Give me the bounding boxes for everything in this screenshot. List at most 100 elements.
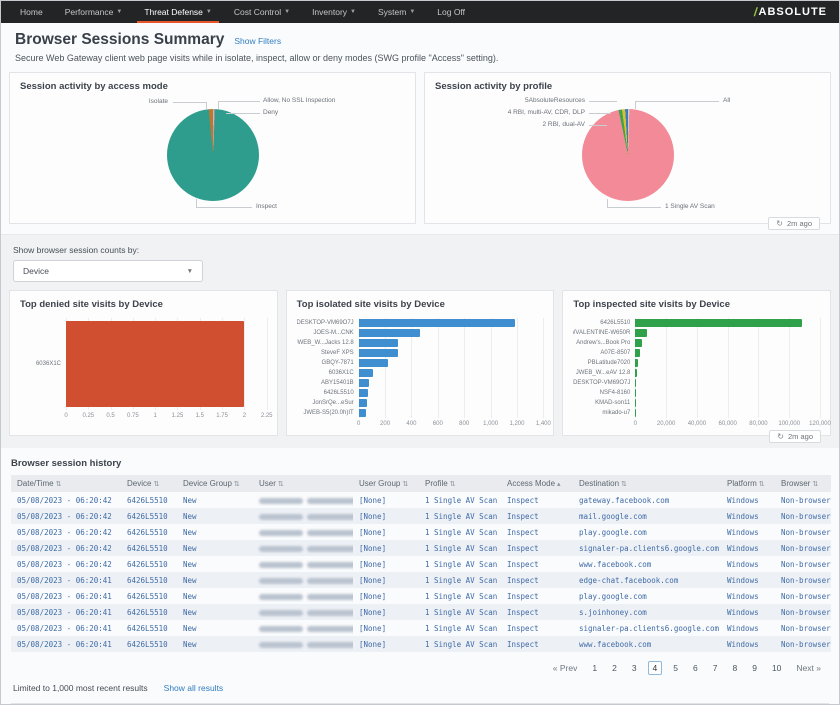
bar-category-label: 6036X1C — [328, 370, 354, 376]
bar[interactable] — [358, 329, 420, 337]
table-cell: 1 Single AV Scan — [425, 543, 498, 553]
x-tick-label: 1,200 — [509, 421, 525, 427]
nav-item-performance[interactable]: Performance ▼ — [54, 1, 134, 23]
page-button-1[interactable]: 1 — [588, 662, 601, 674]
nav-spacer — [476, 1, 754, 23]
table-cell: signaler-pa.clients6.google.com — [579, 543, 719, 553]
page-button-2[interactable]: 2 — [608, 662, 621, 674]
bar[interactable] — [635, 379, 637, 387]
page-button-10[interactable]: 10 — [768, 662, 785, 674]
page-button-8[interactable]: 8 — [728, 662, 741, 674]
chevron-down-icon: ▼ — [284, 9, 291, 15]
next-page-button[interactable]: Next » — [792, 662, 825, 674]
top-nav: Home Performance ▼ Threat Defense ▼ Cost Cont… — [1, 1, 839, 23]
bar-category-label: KMAD-son11 — [595, 400, 631, 406]
table-cell: 05/08/2023 - 06:20:41 — [17, 575, 112, 585]
bar[interactable] — [358, 379, 369, 387]
column-header-user-group[interactable]: User Group ⇅ — [353, 475, 419, 492]
top-denied-panel: Top denied site visits by Device 6036X1C… — [9, 290, 278, 436]
page-button-7[interactable]: 7 — [709, 662, 722, 674]
table-cell: 6426L5510 — [127, 527, 168, 537]
bar[interactable] — [635, 349, 640, 357]
bar[interactable] — [635, 359, 639, 367]
bar-category-label: mikado-u7 — [602, 410, 631, 416]
last-refreshed-badge[interactable]: ↻ 2m ago — [768, 217, 820, 230]
show-all-results-link[interactable]: Show all results — [164, 683, 224, 693]
redacted-text — [307, 529, 353, 536]
page-button-6[interactable]: 6 — [689, 662, 702, 674]
bar[interactable] — [635, 319, 802, 327]
page-button-5[interactable]: 5 — [669, 662, 682, 674]
user-cell-redacted — [253, 556, 353, 572]
history-heading: Browser session history — [11, 458, 122, 469]
table-cell: signaler-pa.clients6.google.com — [579, 623, 719, 633]
denied-bar-chart[interactable]: 6036X1C 0 0.25 0.5 0.75 1 1.25 1.5 1.75 2 2.25 — [20, 318, 273, 424]
panel-title: Top isolated site visits by Device — [296, 299, 445, 310]
page-subtitle: Secure Web Gateway client web page visit… — [15, 53, 499, 63]
column-header-browser[interactable]: Browser ⇅ — [775, 475, 831, 492]
nav-item-label: Inventory — [312, 7, 348, 17]
page-button-3[interactable]: 3 — [628, 662, 641, 674]
page-button-4[interactable]: 4 — [647, 661, 663, 675]
bar[interactable] — [358, 339, 399, 347]
user-cell-redacted — [253, 508, 353, 524]
nav-item-system[interactable]: System ▼ — [367, 1, 426, 23]
table-cell: New — [183, 623, 197, 633]
table-cell: 05/08/2023 - 06:20:42 — [17, 543, 112, 553]
table-cell: Windows — [727, 623, 759, 633]
table-cell: Non-browser — [781, 559, 831, 569]
bar-row — [358, 368, 544, 378]
redacted-text — [259, 561, 303, 568]
nav-item-cost-control[interactable]: Cost Control ▼ — [223, 1, 301, 23]
nav-item-home[interactable]: Home — [9, 1, 54, 23]
bar[interactable] — [358, 389, 368, 397]
bar[interactable] — [358, 409, 366, 417]
bar[interactable] — [635, 389, 636, 397]
browser-session-history-section: Browser session history Date/Time ⇅ Device… — [1, 448, 839, 703]
inspected-bar-chart[interactable]: 6426L5510 WVALENTINE-W650R Andrew's...Book… — [573, 318, 831, 432]
nav-item-log-off[interactable]: Log Off — [426, 1, 476, 23]
table-row: 05/08/2023 - 06:20:42 6426L5510 New [None] 1… — [11, 524, 831, 540]
gridline — [820, 318, 822, 418]
table-cell: Inspect — [507, 575, 539, 585]
bar[interactable] — [635, 329, 648, 337]
bar[interactable] — [358, 399, 368, 407]
bar[interactable] — [66, 321, 245, 407]
table-cell: 6426L5510 — [127, 575, 168, 585]
column-header-date-time[interactable]: Date/Time ⇅ — [11, 475, 121, 492]
counts-by-select[interactable]: Device ▼ — [13, 260, 203, 282]
column-header-platform[interactable]: Platform ⇅ — [721, 475, 775, 492]
bar[interactable] — [635, 369, 638, 377]
show-filters-link[interactable]: Show Filters — [234, 36, 281, 46]
column-header-device-group[interactable]: Device Group ⇅ — [177, 475, 253, 492]
absolute-logo: / ABSOLUTE — [753, 1, 831, 23]
bar[interactable] — [358, 319, 515, 327]
bar[interactable] — [358, 359, 388, 367]
bar[interactable] — [358, 369, 373, 377]
profile-pie-chart[interactable] — [581, 109, 674, 201]
bar[interactable] — [635, 339, 642, 347]
page-button-9[interactable]: 9 — [748, 662, 761, 674]
bar[interactable] — [358, 349, 398, 357]
last-refreshed-badge[interactable]: ↻ 2m ago — [769, 430, 821, 443]
access-mode-pie-chart[interactable] — [166, 109, 259, 201]
table-row: 05/08/2023 - 06:20:41 6426L5510 New [None] 1… — [11, 588, 831, 604]
x-tick-label: 60,000 — [718, 421, 737, 427]
column-header-profile[interactable]: Profile ⇅ — [419, 475, 501, 492]
redacted-text — [307, 577, 353, 584]
column-header-destination[interactable]: Destination ⇅ — [573, 475, 721, 492]
nav-item-label: Cost Control — [233, 7, 282, 17]
column-header-access-mode[interactable]: Access Mode ▴ — [501, 475, 573, 492]
table-cell: 6426L5510 — [127, 511, 168, 521]
nav-item-inventory[interactable]: Inventory ▼ — [301, 1, 367, 23]
table-cell: 1 Single AV Scan — [425, 639, 498, 649]
isolated-bar-chart[interactable]: DESKTOP-VM69O7J JOES-M...CNK JWEB_W...Jack… — [297, 318, 551, 432]
nav-item-threat-defense[interactable]: Threat Defense ▼ — [133, 1, 223, 23]
prev-page-button[interactable]: « Prev — [549, 662, 582, 674]
column-header-device[interactable]: Device ⇅ — [121, 475, 177, 492]
bar-row — [358, 358, 544, 368]
table-cell: gateway.facebook.com — [579, 495, 670, 505]
column-header-user[interactable]: User ⇅ — [253, 475, 353, 492]
redacted-text — [259, 593, 303, 600]
table-cell: Windows — [727, 607, 759, 617]
